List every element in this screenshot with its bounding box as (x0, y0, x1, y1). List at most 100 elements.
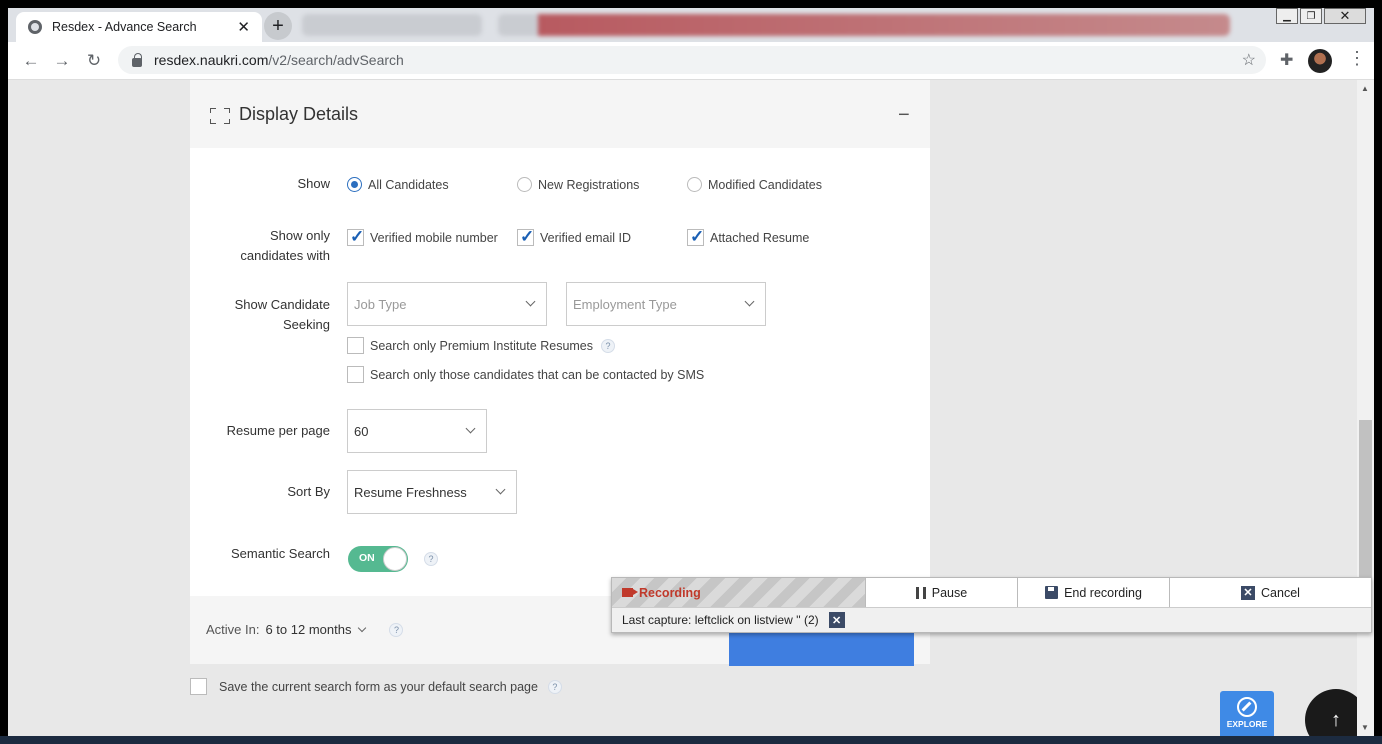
url-host: resdex.naukri.com (154, 52, 269, 68)
floppy-disk-icon (1045, 586, 1059, 599)
puzzle-icon[interactable]: ✚ (1280, 50, 1293, 70)
pause-button[interactable]: Pause (865, 578, 1017, 607)
recorder-controls: Recording Pause End recording ✕ Cancel (612, 578, 1371, 608)
checkbox-verified-email[interactable]: Verified email ID (517, 227, 632, 247)
show-label: Show (297, 176, 330, 191)
employment-type-select[interactable]: Employment Type (566, 282, 766, 326)
recording-status-text: Recording (639, 585, 701, 600)
active-in-dropdown[interactable]: Active In: 6 to 12 months ? (206, 622, 404, 637)
tab-title: Resdex - Advance Search (52, 20, 197, 34)
scroll-up-icon[interactable]: ▲ (1361, 84, 1369, 93)
globe-icon (28, 20, 42, 34)
recording-status: Recording (612, 578, 865, 607)
blurred-tab[interactable] (302, 14, 482, 36)
chevron-down-icon (358, 623, 367, 633)
checkbox-premium-institute[interactable]: Search only Premium Institute Resumes ? (347, 337, 616, 354)
checkbox-attached-resume[interactable]: Attached Resume (687, 227, 809, 247)
label-line: Show only (270, 228, 330, 243)
display-details-panel: Display Details − Show All Candidates Ne… (190, 80, 930, 660)
scroll-down-icon[interactable]: ▼ (1361, 723, 1369, 732)
video-camera-icon (622, 588, 638, 597)
job-type-select[interactable]: Job Type (347, 282, 547, 326)
url-field[interactable]: resdex.naukri.com/v2/search/advSearch ☆ (118, 46, 1266, 74)
back-icon[interactable]: ← (20, 50, 42, 72)
label-line: candidates with (240, 248, 330, 263)
pause-icon (915, 586, 926, 599)
sort-by-label: Sort By (287, 484, 330, 499)
blurred-tab[interactable] (498, 14, 1230, 36)
explore-button[interactable]: EXPLORE (1220, 691, 1274, 736)
show-only-label: Show only candidates with (190, 226, 330, 266)
select-placeholder: Job Type (354, 296, 407, 312)
checkbox-label: Verified email ID (540, 230, 632, 245)
radio-new-registrations[interactable]: New Registrations (517, 177, 639, 192)
new-tab-button[interactable]: + (264, 12, 292, 40)
panel-title: Display Details (239, 104, 359, 124)
avatar[interactable] (1308, 49, 1332, 73)
dismiss-capture-icon[interactable]: ✕ (828, 612, 845, 628)
search-button[interactable] (729, 628, 914, 666)
checkbox[interactable] (687, 227, 704, 247)
tab-strip: Resdex - Advance Search ✕ + ▁ ❐ ✕ (8, 8, 1374, 42)
select-placeholder: Employment Type (573, 296, 677, 312)
select-value: Resume Freshness (354, 484, 467, 500)
checkbox[interactable] (347, 337, 364, 354)
url-path: /v2/search/advSearch (268, 52, 404, 68)
radio-label: New Registrations (538, 177, 640, 192)
collapse-icon[interactable]: − (898, 104, 910, 127)
panel-header[interactable]: Display Details − (190, 80, 930, 148)
resume-per-page-label: Resume per page (226, 423, 330, 438)
radio-all-candidates[interactable]: All Candidates (347, 177, 449, 192)
reload-icon[interactable]: ↻ (83, 50, 105, 72)
checkbox-label: Verified mobile number (370, 230, 498, 245)
save-default-row[interactable]: Save the current search form as your def… (190, 678, 562, 695)
star-icon[interactable]: ☆ (1242, 50, 1256, 70)
chevron-down-icon (465, 423, 476, 434)
kebab-menu-icon[interactable]: ⋮ (1348, 48, 1366, 69)
help-icon[interactable]: ? (389, 622, 404, 637)
help-icon[interactable]: ? (601, 338, 616, 353)
scrollbar-thumb[interactable] (1359, 420, 1372, 580)
forward-icon[interactable]: → (51, 50, 73, 72)
lock-icon[interactable] (132, 52, 142, 67)
sort-by-select[interactable]: Resume Freshness (347, 470, 517, 514)
page-content: Display Details − Show All Candidates Ne… (8, 80, 1374, 736)
checkbox[interactable] (347, 227, 364, 247)
recorder-toolbar: Recording Pause End recording ✕ Cancel L… (611, 577, 1372, 633)
label-line: Seeking (283, 317, 330, 332)
radio-label: Modified Candidates (708, 177, 822, 192)
tab-close-icon[interactable]: ✕ (237, 18, 250, 36)
radio-button[interactable] (517, 177, 532, 192)
seeking-label: Show Candidate Seeking (190, 295, 330, 335)
checkbox-sms-contact[interactable]: Search only those candidates that can be… (347, 366, 704, 383)
cancel-button[interactable]: ✕ Cancel (1169, 578, 1371, 607)
window-controls: ▁ ❐ ✕ (1276, 8, 1366, 26)
semantic-search-toggle[interactable]: ON (348, 546, 408, 572)
page-scrollbar[interactable]: ▲ ▼ (1357, 80, 1374, 736)
resume-per-page-select[interactable]: 60 (347, 409, 487, 453)
checkbox[interactable] (190, 678, 207, 695)
label-line: Show Candidate (234, 297, 330, 312)
minimize-icon[interactable]: ▁ (1276, 8, 1298, 24)
last-capture-text: Last capture: leftclick on listview '' (… (622, 613, 819, 627)
help-icon[interactable]: ? (547, 679, 562, 694)
radio-modified-candidates[interactable]: Modified Candidates (687, 177, 822, 192)
checkbox[interactable] (347, 366, 364, 383)
end-recording-button[interactable]: End recording (1017, 578, 1169, 607)
window-close-icon[interactable]: ✕ (1324, 8, 1366, 24)
checkbox-label: Search only Premium Institute Resumes (370, 338, 594, 353)
pause-label: Pause (931, 585, 968, 600)
help-icon[interactable]: ? (424, 552, 438, 566)
restore-icon[interactable]: ❐ (1300, 8, 1322, 24)
active-in-value: 6 to 12 months (265, 622, 352, 637)
radio-button[interactable] (347, 177, 362, 192)
chevron-down-icon (744, 296, 755, 307)
chevron-down-icon (525, 296, 536, 307)
chevron-down-icon (495, 484, 506, 495)
checkbox[interactable] (517, 227, 534, 247)
checkbox-verified-mobile[interactable]: Verified mobile number (347, 227, 498, 247)
tab-resdex[interactable]: Resdex - Advance Search ✕ (16, 12, 262, 42)
last-capture-row: Last capture: leftclick on listview '' (… (612, 608, 1371, 632)
radio-button[interactable] (687, 177, 702, 192)
cancel-label: Cancel (1261, 585, 1300, 600)
